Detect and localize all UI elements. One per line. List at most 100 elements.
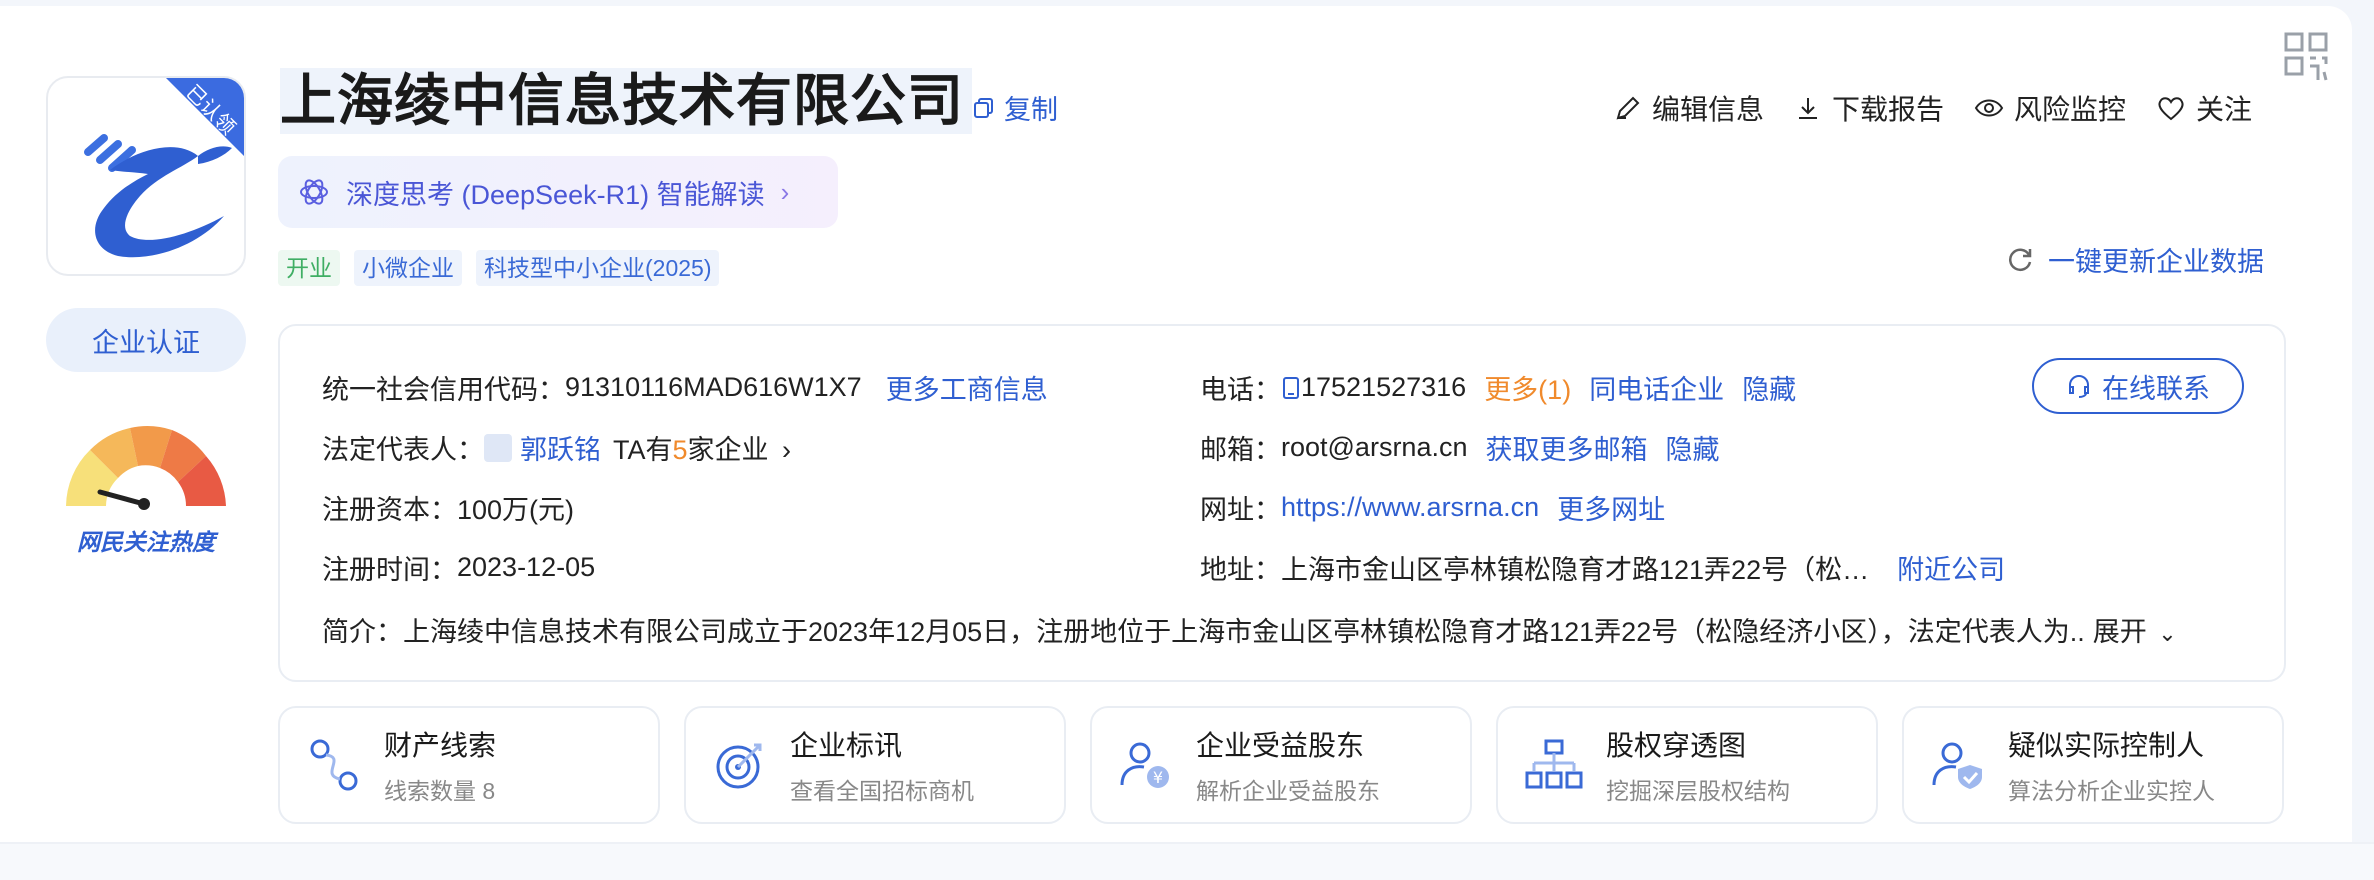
feature-subtitle: 查看全国招标商机 (790, 778, 974, 804)
reg-time-value: 2023-12-05 (457, 552, 596, 582)
download-icon (1799, 98, 1818, 119)
website-row: 网址： https://www.arsrna.cn 更多网址 (1200, 488, 1665, 527)
online-contact-label: 在线联系 (2102, 373, 2210, 404)
equity-tree-icon (1525, 739, 1583, 789)
copy-icon (974, 97, 993, 118)
more-website-link[interactable]: 更多网址 (1557, 488, 1665, 527)
refresh-icon (2009, 248, 2032, 271)
page-bottom-strip (0, 842, 2374, 880)
email-row: 邮箱： root@arsrna.cn 获取更多邮箱 隐藏 (1200, 428, 1719, 467)
address-label: 地址： (1200, 555, 1281, 585)
atom-icon (300, 179, 328, 205)
same-phone-link[interactable]: 同电话企业 (1589, 368, 1724, 407)
asset-clue-icon (310, 739, 358, 791)
website-link[interactable]: https://www.arsrna.cn (1281, 492, 1539, 523)
feature-subtitle: 挖掘深层股权结构 (1606, 778, 1790, 804)
address-value: 上海市金山区亭林镇松隐育才路121弄22号（松… (1281, 555, 1870, 585)
expand-button[interactable]: 展开 ⌄ (2093, 610, 2177, 649)
website-label: 网址： (1200, 495, 1281, 525)
edit-info-label: 编辑信息 (1652, 94, 1765, 125)
ta-count: 5 (672, 435, 688, 465)
ai-pill-label: 深度思考 (DeepSeek-R1) 智能解读 (346, 179, 765, 210)
more-email-link[interactable]: 获取更多邮箱 (1485, 428, 1647, 467)
tag-status: 开业 (278, 250, 340, 286)
feature-title: 财产线索 (384, 730, 497, 761)
copy-button[interactable]: 复制 (972, 88, 1058, 127)
heat-gauge: 网民关注热度 (60, 416, 232, 555)
feature-title: 股权穿透图 (1606, 730, 1747, 761)
risk-monitor-button[interactable]: 风险监控 (1974, 88, 2126, 128)
feature-asset-clues[interactable]: 财产线索线索数量 8 (278, 706, 660, 824)
chevron-down-icon: ⌄ (2158, 621, 2177, 646)
refresh-label: 一键更新企业数据 (2048, 247, 2264, 277)
download-report-button[interactable]: 下载报告 (1794, 88, 1944, 128)
hide-email-link[interactable]: 隐藏 (1665, 428, 1719, 467)
company-header-card: 已认领 企业认证 网民关注热度 上海绫中信息技术有限公司 复制 深度思考 (De… (0, 6, 2352, 842)
deepseek-ai-button[interactable]: 深度思考 (DeepSeek-R1) 智能解读 › (278, 156, 838, 228)
phone-label: 电话： (1200, 375, 1281, 405)
heart-icon (2158, 97, 2184, 121)
info-panel: 统一社会信用代码： 91310116MAD616W1X7 更多工商信息 法定代表… (278, 324, 2286, 682)
feature-title: 疑似实际控制人 (2008, 730, 2205, 761)
feature-subtitle: 算法分析企业实控人 (2008, 778, 2215, 804)
risk-monitor-label: 风险监控 (2014, 94, 2127, 125)
feature-subtitle: 线索数量 8 (384, 778, 496, 804)
capital-label: 注册资本： (322, 495, 457, 525)
tag-tech: 科技型中小企业(2025) (476, 250, 720, 286)
refresh-data-button[interactable]: 一键更新企业数据 (2006, 240, 2264, 279)
feature-subtitle: 解析企业受益股东 (1196, 778, 1380, 804)
beneficiary-icon: ¥ (1120, 742, 1169, 788)
follow-label: 关注 (2196, 94, 2253, 125)
ta-suffix: 家企业 (687, 435, 769, 465)
controller-icon (1932, 742, 1982, 789)
online-contact-button[interactable]: 在线联系 (2032, 358, 2244, 414)
nearby-companies-link[interactable]: 附近公司 (1897, 548, 2005, 587)
eye-icon (1974, 99, 2004, 117)
intro-text: 上海绫中信息技术有限公司成立于2023年12月05日，注册地位于上海市金山区亭林… (403, 617, 2085, 647)
feature-controller[interactable]: 疑似实际控制人算法分析企业实控人 (1902, 706, 2284, 824)
header-actions: 编辑信息 下载报告 风险监控 关注 (1614, 88, 2252, 128)
email-value: root@arsrna.cn (1281, 432, 1468, 462)
legal-rep-row: 法定代表人： 郭跃铭 TA有5家企业 › (322, 428, 791, 467)
chevron-right-icon: › (780, 176, 790, 207)
capital-value: 100万(元) (457, 495, 575, 525)
address-row: 地址： 上海市金山区亭林镇松隐育才路121弄22号（松… 附近公司 (1200, 548, 2005, 587)
email-label: 邮箱： (1200, 435, 1281, 465)
tag-scale: 小微企业 (354, 250, 462, 286)
target-icon (716, 743, 762, 789)
enterprise-cert-button[interactable]: 企业认证 (46, 308, 246, 372)
feature-cards: 财产线索线索数量 8 企业标讯查看全国招标商机 ¥ 企业受益股东解析企业受益股东… (278, 706, 2284, 824)
expand-label: 展开 (2092, 617, 2147, 647)
status-tags: 开业 小微企业 科技型中小企业(2025) (278, 250, 720, 286)
credit-code-row: 统一社会信用代码： 91310116MAD616W1X7 更多工商信息 (322, 368, 1048, 407)
edit-icon (1616, 96, 1640, 120)
feature-title: 企业标讯 (790, 730, 903, 761)
feature-title: 企业受益股东 (1196, 730, 1365, 761)
feature-equity[interactable]: 股权穿透图挖掘深层股权结构 (1496, 706, 1878, 824)
chevron-right-icon: › (782, 435, 792, 465)
more-business-link[interactable]: 更多工商信息 (886, 368, 1048, 407)
gauge-icon (66, 426, 226, 510)
feature-beneficiary[interactable]: ¥ 企业受益股东解析企业受益股东 (1090, 706, 1472, 824)
feature-bidding[interactable]: 企业标讯查看全国招标商机 (684, 706, 1066, 824)
intro-row: 简介： 上海绫中信息技术有限公司成立于2023年12月05日，注册地位于上海市金… (322, 610, 2177, 649)
avatar (484, 433, 512, 462)
ta-prefix: TA有 (613, 435, 673, 465)
phone-more-link[interactable]: 更多(1) (1484, 368, 1571, 407)
edit-info-button[interactable]: 编辑信息 (1614, 88, 1764, 128)
qrcode-icon[interactable] (2284, 32, 2328, 82)
ta-companies-link[interactable]: TA有5家企业 › (613, 428, 791, 467)
company-name: 上海绫中信息技术有限公司 (280, 68, 972, 134)
credit-code-label: 统一社会信用代码： (322, 375, 565, 405)
company-logo: 已认领 (46, 76, 246, 276)
phone-icon (1283, 376, 1299, 399)
legal-rep-label: 法定代表人： (322, 435, 484, 465)
legal-rep-link[interactable]: 郭跃铭 (520, 428, 601, 467)
phone-row: 电话： 17521527316 更多(1) 同电话企业 隐藏 (1200, 368, 1796, 407)
credit-code-value: 91310116MAD616W1X7 (565, 372, 862, 402)
intro-label: 简介： (322, 617, 403, 647)
reg-time-label: 注册时间： (322, 555, 457, 585)
heat-label: 网民关注热度 (77, 529, 215, 555)
follow-button[interactable]: 关注 (2156, 88, 2252, 128)
hide-phone-link[interactable]: 隐藏 (1742, 368, 1796, 407)
